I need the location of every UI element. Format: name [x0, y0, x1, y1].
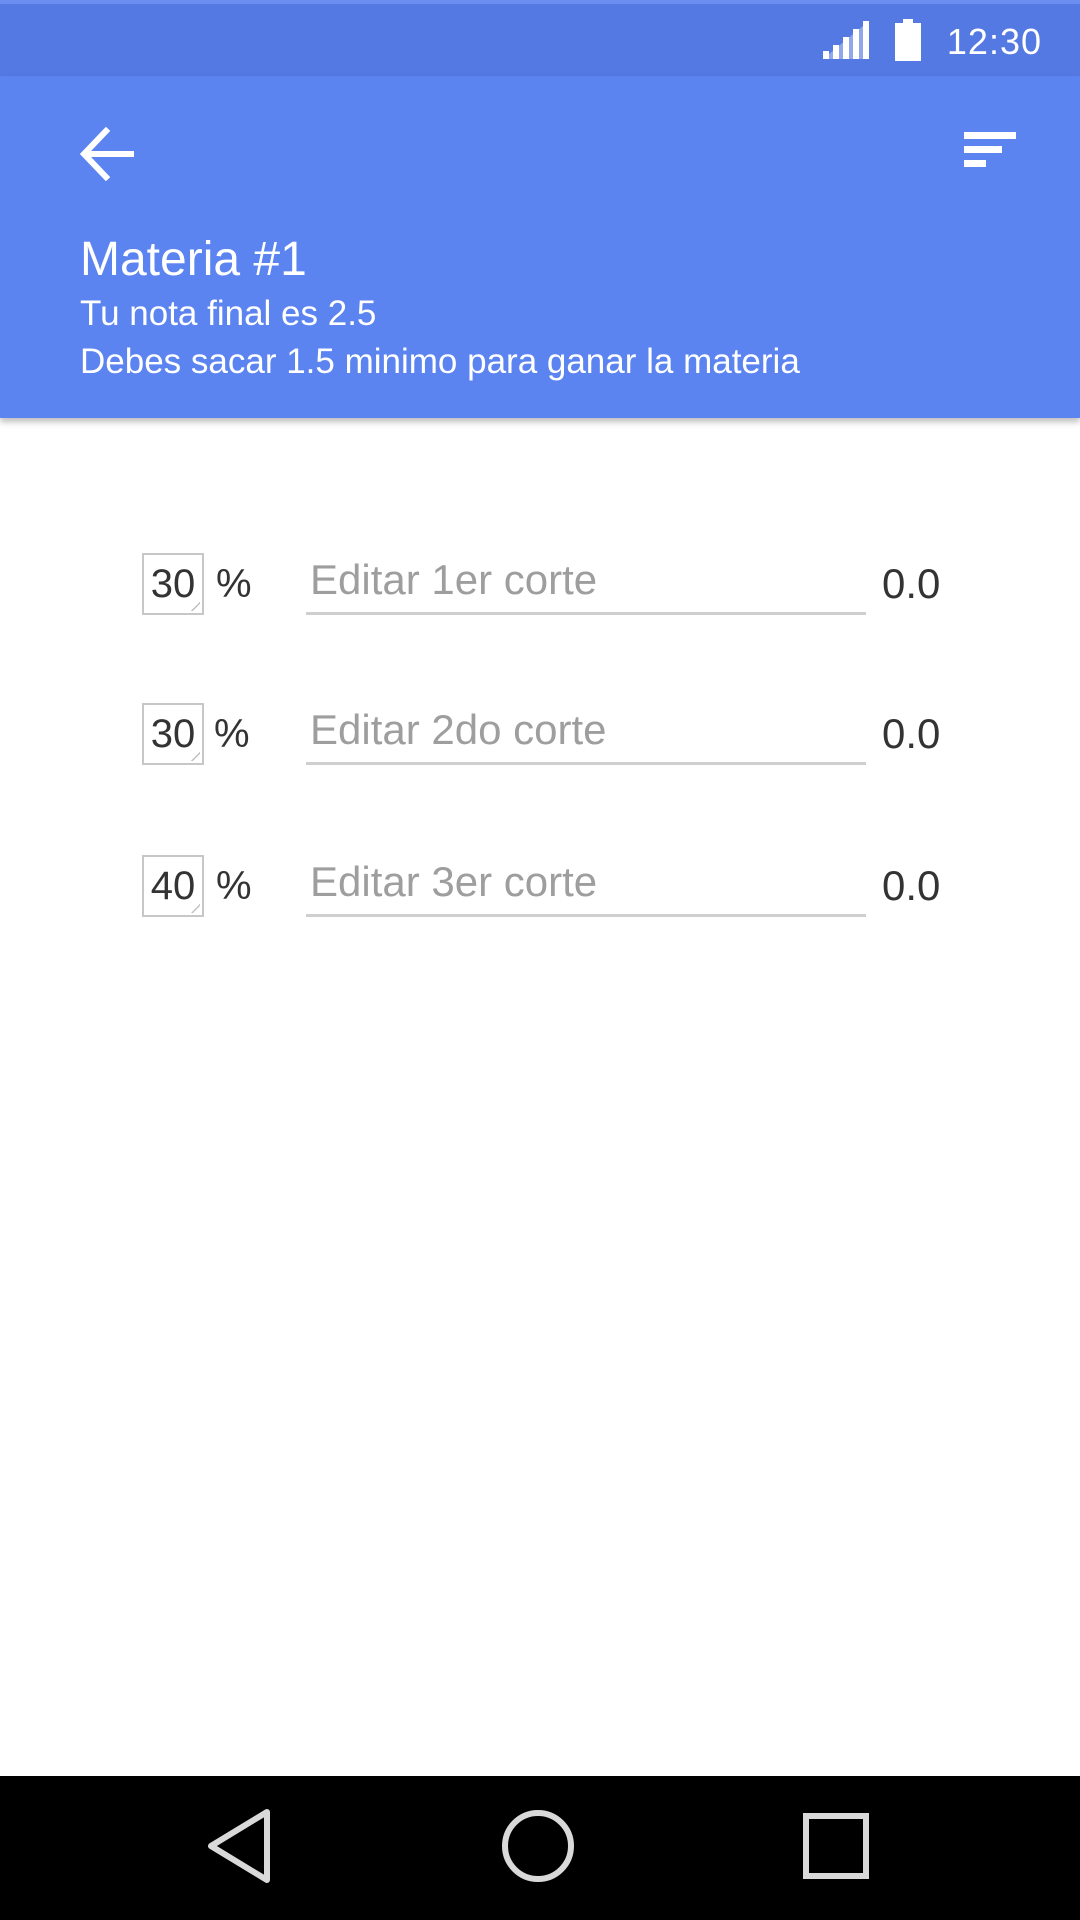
- percent-sign: %: [214, 712, 250, 756]
- nav-back-button[interactable]: [190, 1798, 290, 1898]
- arrow-back-icon: [78, 126, 138, 186]
- nav-back-icon: [205, 1808, 275, 1889]
- grade-value: 0.0: [882, 862, 941, 909]
- page-title: Materia #1: [80, 233, 307, 286]
- status-time: 12:30: [946, 21, 1042, 62]
- percent-sign: %: [216, 562, 252, 606]
- grade-value: 0.0: [882, 710, 941, 757]
- grade-input[interactable]: Editar 1er corte: [306, 549, 866, 615]
- signal-icon: [822, 20, 869, 64]
- grade-input[interactable]: Editar 2do corte: [306, 699, 866, 765]
- nav-recents-icon: [802, 1812, 870, 1885]
- percent-input[interactable]: 30: [142, 553, 204, 615]
- sort-icon: [964, 132, 1018, 174]
- nav-home-button[interactable]: [488, 1798, 588, 1898]
- navigation-bar: [0, 1776, 1080, 1920]
- status-bar: 12:30: [0, 0, 1080, 76]
- percent-input[interactable]: 40: [142, 855, 204, 917]
- back-button[interactable]: [76, 124, 140, 188]
- app-bar: Materia #1 Tu nota final es 2.5 Debes sa…: [0, 76, 1080, 418]
- sort-button[interactable]: [964, 130, 1024, 182]
- final-grade-text: Tu nota final es 2.5: [80, 294, 377, 333]
- nav-recents-button[interactable]: [786, 1798, 886, 1898]
- percent-input[interactable]: 30: [142, 703, 204, 765]
- grade-input[interactable]: Editar 3er corte: [306, 851, 866, 917]
- battery-icon: [894, 18, 921, 66]
- percent-sign: %: [216, 864, 252, 908]
- grade-value: 0.0: [882, 560, 941, 607]
- corte-row-2: 30 % Editar 2do corte 0.0: [0, 693, 1080, 773]
- minimum-grade-text: Debes sacar 1.5 minimo para ganar la mat…: [80, 342, 800, 381]
- screen: 12:30 Materia #1 Tu nota final es 2.5 De…: [0, 0, 1080, 1920]
- status-icons: 12:30: [822, 18, 1042, 66]
- corte-row-3: 40 % Editar 3er corte 0.0: [0, 845, 1080, 925]
- corte-row-1: 30 % Editar 1er corte 0.0: [0, 543, 1080, 623]
- nav-home-icon: [500, 1808, 576, 1889]
